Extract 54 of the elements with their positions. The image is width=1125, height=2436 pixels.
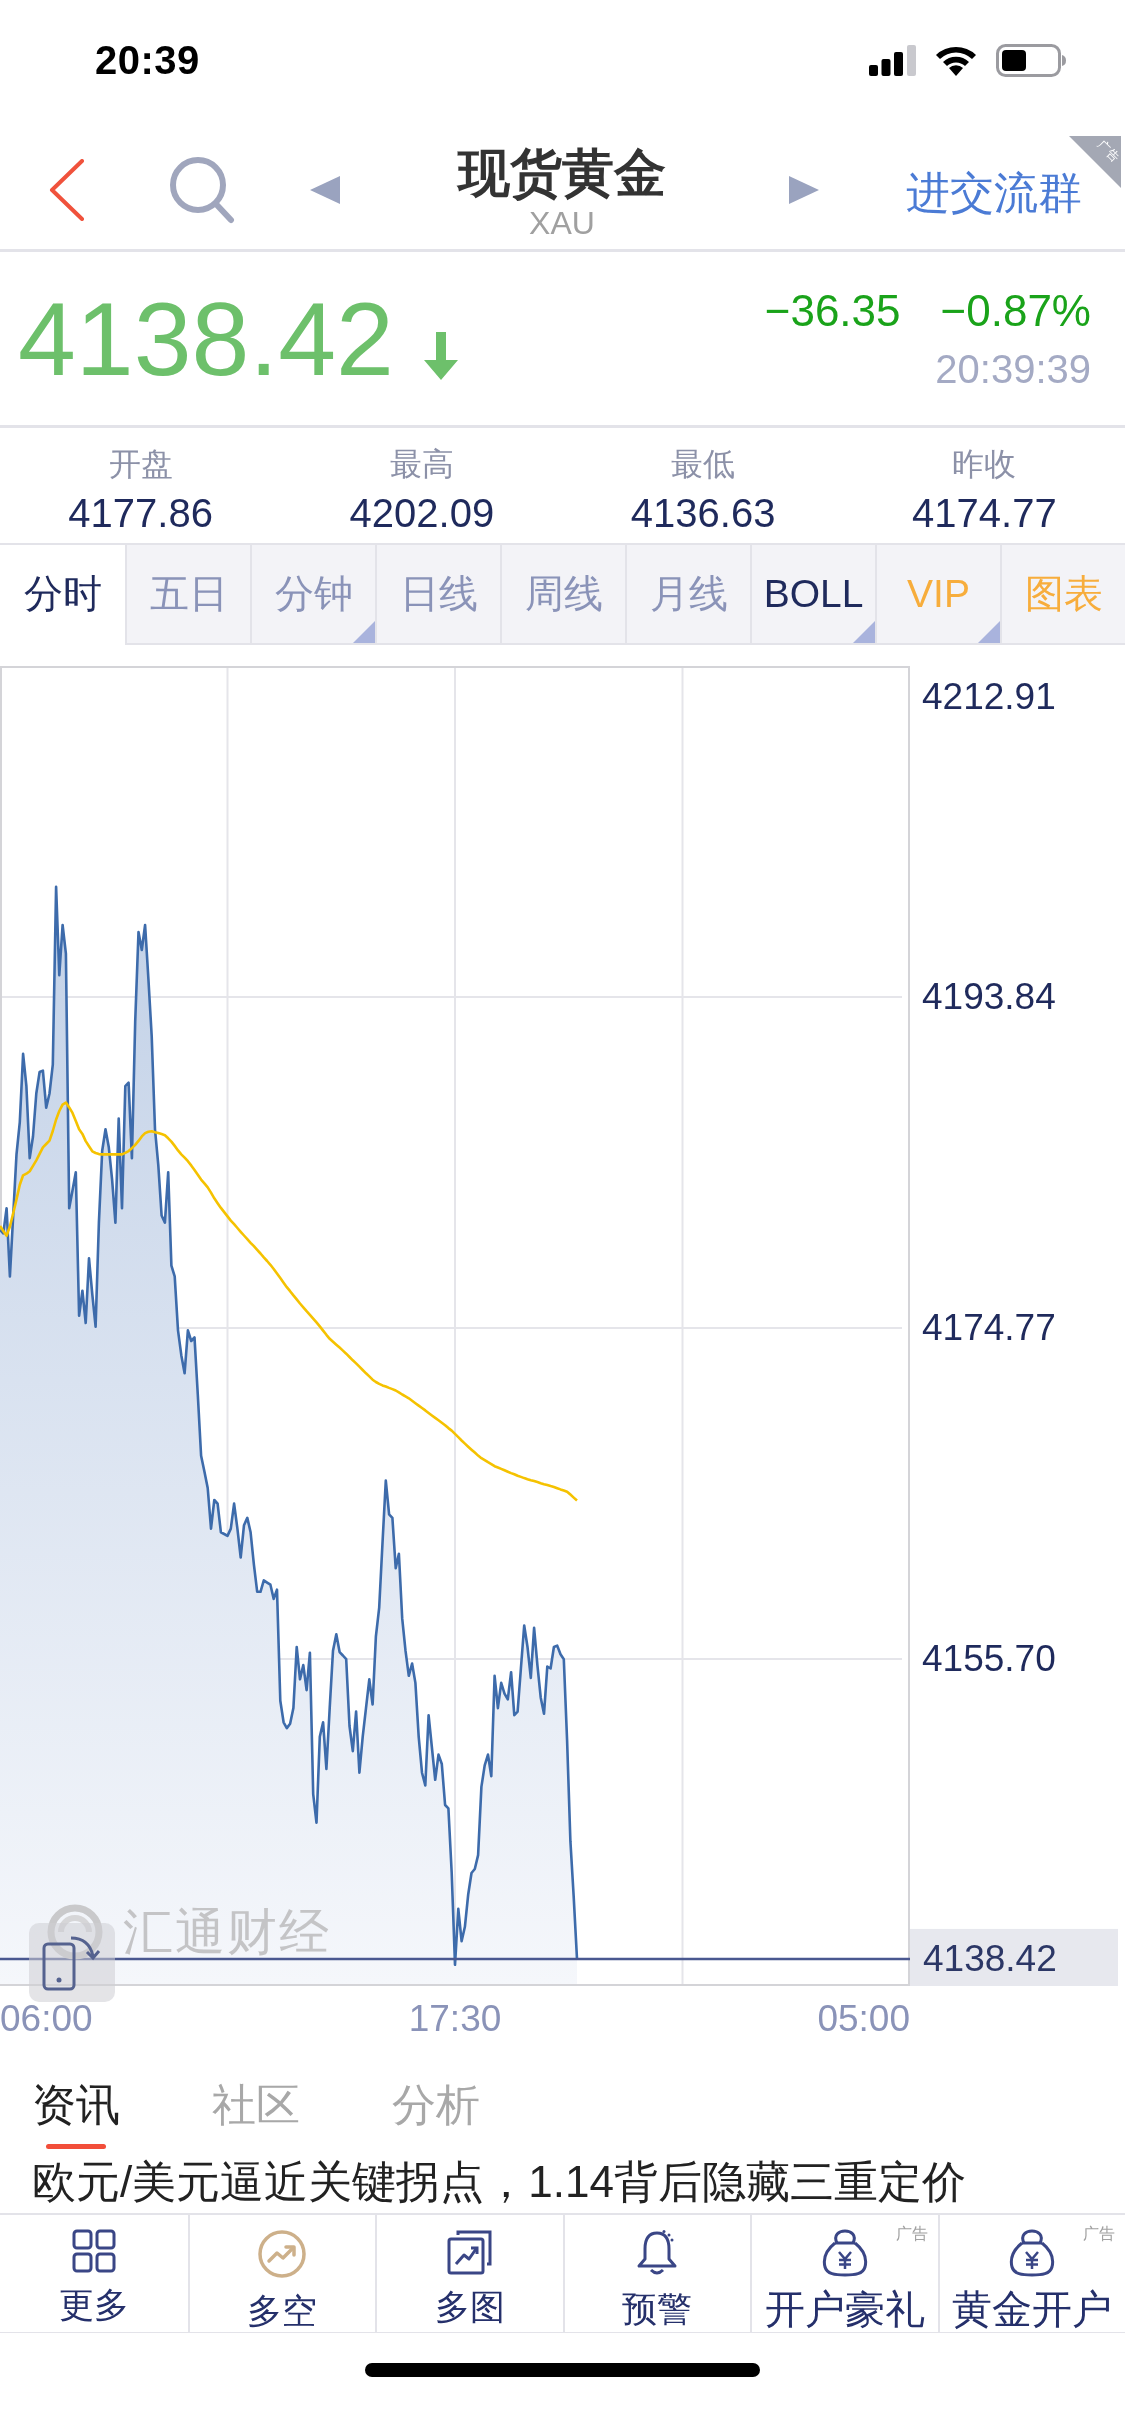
search-button[interactable]	[169, 155, 235, 224]
time-axis-label: 06:00	[0, 1997, 93, 2040]
ad-tag: 广告	[1083, 2225, 1115, 2243]
search-icon	[169, 155, 235, 224]
stat-value: 4177.86	[68, 491, 213, 535]
money-bag-icon	[1008, 2229, 1057, 2277]
price-change: −36.35	[764, 285, 901, 336]
back-chevron-icon	[47, 158, 85, 221]
y-axis-label: 4155.70	[922, 1638, 1056, 1680]
join-group-link[interactable]: 进交流群	[905, 164, 1082, 223]
next-button[interactable]	[789, 175, 819, 204]
rotate-screen-button[interactable]	[29, 1923, 115, 2002]
current-price-label: 4138.42	[910, 1928, 1118, 1986]
stat-value: 4174.77	[912, 491, 1057, 535]
symbol-code: XAU	[529, 203, 595, 242]
stat-label: 开盘	[108, 446, 173, 482]
battery-icon	[996, 43, 1067, 77]
status-time: 20:39	[95, 37, 200, 83]
stat-label: 昨收	[952, 446, 1017, 482]
signal-icon	[869, 44, 916, 76]
news-headline[interactable]: 欧元/美元逼近关键拐点，1.14背后隐藏三重定价	[0, 2151, 1125, 2213]
toolbar-button[interactable]: 多图	[375, 2215, 563, 2332]
right-triangle-icon	[789, 175, 819, 204]
wifi-icon	[934, 44, 978, 76]
y-axis-label: 4193.84	[922, 976, 1056, 1018]
previous-button[interactable]	[310, 175, 340, 204]
time-axis-label: 05:00	[817, 1997, 910, 2040]
toolbar-button[interactable]: 广告 开户豪礼	[750, 2215, 938, 2332]
left-triangle-icon	[310, 175, 340, 204]
toolbar-button[interactable]: 广告 黄金开户	[937, 2215, 1125, 2332]
toolbar-button[interactable]: 多空	[187, 2215, 375, 2332]
money-bag-icon	[820, 2229, 869, 2277]
stat-value: 4136.63	[630, 491, 776, 535]
stat-label: 最低	[671, 446, 736, 482]
trend-circle-icon	[257, 2229, 308, 2279]
y-axis-label: 4212.91	[922, 675, 1056, 717]
chart-windows-icon	[446, 2229, 493, 2275]
stat-value: 4202.09	[349, 491, 495, 535]
period-tab[interactable]: BOLL	[750, 545, 875, 645]
ad-tag: 广告	[895, 2225, 928, 2243]
stat-label: 最高	[389, 446, 454, 482]
swirl-logo-icon	[47, 1904, 103, 1960]
toolbar-button[interactable]: 预警	[562, 2215, 750, 2332]
ref-line-label: 4138.42	[923, 1938, 1057, 1980]
back-button[interactable]	[47, 158, 85, 221]
ad-corner-text: 广告	[1094, 138, 1122, 165]
time-axis-label: 17:30	[408, 1997, 502, 2040]
page-title: 现货黄金	[458, 142, 666, 204]
grid-icon	[71, 2229, 116, 2273]
y-axis-label: 4174.77	[922, 1307, 1056, 1349]
quote-time: 20:39:39	[935, 345, 1091, 392]
news-tab[interactable]: 资讯	[32, 2051, 120, 2151]
percent-change: −0.87%	[940, 285, 1091, 336]
current-price: 4138.42	[18, 280, 394, 397]
